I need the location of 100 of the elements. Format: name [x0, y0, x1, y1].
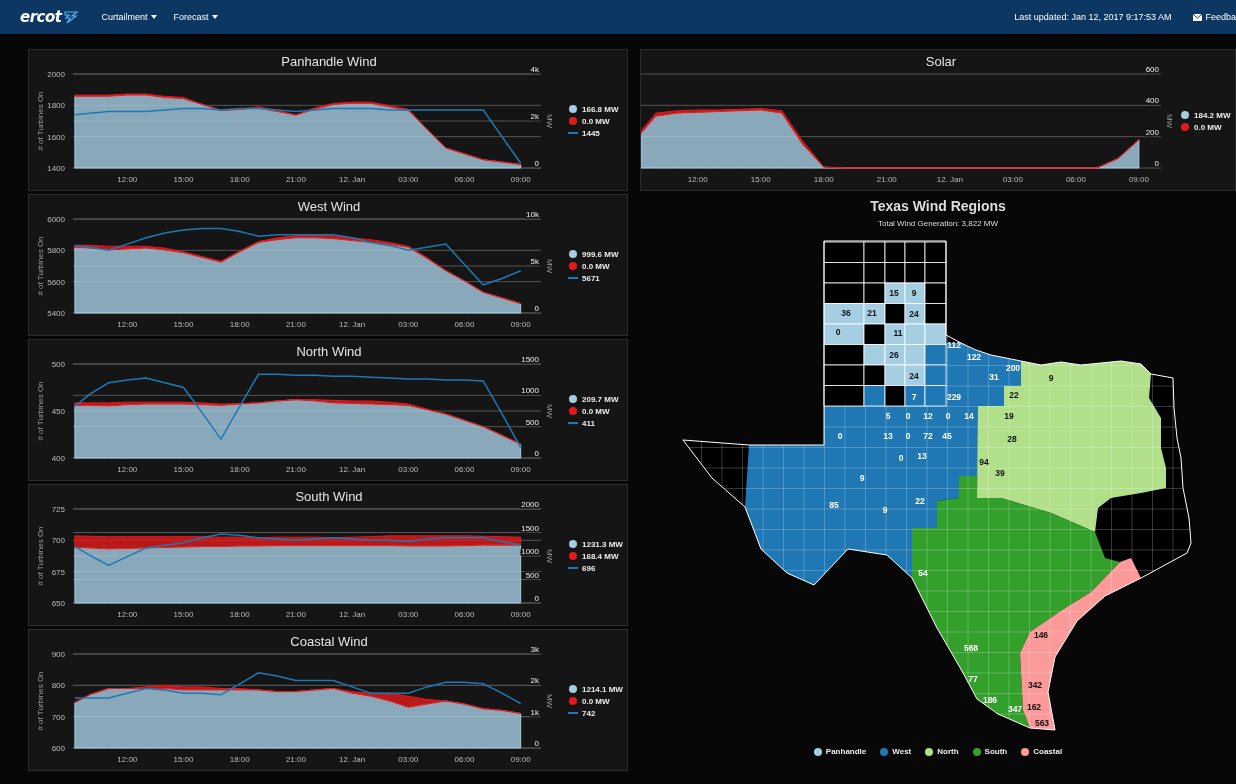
- county-value: 162: [1026, 702, 1041, 712]
- county-value: 568: [963, 643, 978, 653]
- county-value: 24: [908, 371, 919, 381]
- county-value: 0: [837, 431, 842, 441]
- axis-tick-label: 5600: [47, 277, 65, 287]
- legend-label: Panhandle: [825, 747, 867, 756]
- axis-tick-label: 06:00: [1065, 175, 1086, 184]
- axis-tick-label: 03:00: [398, 175, 419, 184]
- axis-tick-label: 700: [51, 712, 65, 722]
- menu-dropdown[interactable]: Curtailment: [101, 12, 158, 22]
- axis-tick-label: 12. Jan: [936, 175, 963, 184]
- county-value: 22: [1008, 390, 1019, 400]
- legend-label: 0.0 MW: [582, 262, 610, 271]
- county-value: 0: [835, 327, 840, 337]
- county-value: 146: [1033, 630, 1048, 640]
- axis-tick-label: 12:00: [117, 610, 138, 619]
- axis-tick-label: 200: [1145, 127, 1159, 137]
- county-value: 0: [905, 411, 910, 421]
- axis-tick-label: 03:00: [398, 465, 419, 474]
- axis-tick-label: 18:00: [229, 175, 250, 184]
- caret-icon: [212, 15, 219, 19]
- axis-tick-label: 12:00: [117, 175, 138, 184]
- axis-tick-label: 0: [534, 159, 539, 168]
- axis-tick-label: 0: [534, 304, 539, 313]
- axis-tick-label: 1000: [521, 386, 539, 396]
- legend-label: North: [937, 747, 959, 756]
- county-value: 122: [966, 352, 981, 362]
- county-value: 11: [893, 328, 902, 338]
- axis-title: # of Turbines On: [36, 236, 45, 296]
- county-value: 0: [905, 431, 910, 441]
- county-value: 0: [898, 453, 903, 463]
- feedback-link[interactable]: Feedba: [1193, 12, 1236, 22]
- axis-tick-label: 15:00: [173, 755, 194, 764]
- legend-label: 411: [582, 419, 595, 428]
- axis-tick-label: 2k: [530, 676, 539, 686]
- axis-tick-label: 15:00: [173, 610, 194, 619]
- axis-title: MW: [545, 258, 554, 274]
- axis-tick-label: 500: [51, 360, 65, 369]
- axis-tick-label: 1000: [521, 547, 539, 556]
- envelope-icon: [1193, 13, 1203, 21]
- axis-tick-label: 09:00: [510, 755, 531, 764]
- legend-label: 999.6 MW: [582, 250, 619, 259]
- axis-tick-label: 06:00: [454, 610, 475, 619]
- legend-label: 1214.1 MW: [582, 685, 623, 694]
- chart-title: Solar: [925, 54, 957, 69]
- county-value: 342: [1027, 680, 1042, 690]
- axis-tick-label: 06:00: [454, 320, 475, 329]
- axis-tick-label: 15:00: [173, 465, 194, 474]
- legend-label: 5671: [582, 274, 600, 283]
- axis-tick-label: 18:00: [229, 755, 250, 764]
- axis-title: MW: [545, 113, 554, 129]
- lightning-icon: [63, 10, 80, 24]
- axis-tick-label: 09:00: [510, 465, 531, 474]
- axis-tick-label: 06:00: [454, 755, 475, 764]
- county-value: 22: [914, 496, 925, 506]
- axis-tick-label: 03:00: [398, 755, 419, 764]
- axis-tick-label: 1k: [530, 707, 539, 717]
- county-value: 31: [988, 372, 999, 382]
- last-updated-text: Last updated: Jan 12, 2017 9:17:53 AM: [1014, 12, 1172, 22]
- axis-tick-label: 06:00: [454, 465, 475, 474]
- axis-tick-label: 21:00: [285, 175, 306, 184]
- axis-tick-label: 09:00: [510, 610, 531, 619]
- map-title: Texas Wind Regions: [870, 197, 1006, 215]
- axis-tick-label: 03:00: [398, 320, 419, 329]
- county-value: 19: [1003, 411, 1014, 421]
- county-value: 28: [1006, 434, 1017, 444]
- county-value: 9: [1048, 373, 1053, 383]
- axis-tick-label: 400: [51, 454, 65, 463]
- map-subtitle: Total Wind Generation: 3,822 MW: [877, 218, 999, 229]
- county-value: 54: [917, 568, 928, 578]
- axis-tick-label: 12:00: [117, 320, 138, 329]
- county-value: 26: [888, 350, 899, 360]
- axis-tick-label: 1400: [47, 164, 65, 173]
- axis-tick-label: 03:00: [1002, 175, 1023, 184]
- county-value: 36: [840, 308, 851, 318]
- legend-label: 209.7 MW: [582, 395, 619, 404]
- axis-title: # of Turbines On: [36, 526, 45, 586]
- axis-tick-label: 800: [51, 681, 65, 691]
- axis-tick-label: 21:00: [285, 610, 306, 619]
- logo-text[interactable]: ercot: [20, 8, 62, 26]
- axis-tick-label: 12:00: [117, 465, 138, 474]
- county-value: 12: [922, 411, 933, 421]
- menu-dropdown[interactable]: Forecast: [173, 12, 219, 22]
- axis-tick-label: 18:00: [229, 465, 250, 474]
- axis-tick-label: 2000: [521, 500, 539, 509]
- legend-label: 0.0 MW: [582, 407, 610, 416]
- axis-tick-label: 12:00: [687, 175, 708, 184]
- county-value: 563: [1034, 718, 1049, 728]
- axis-tick-label: 700: [51, 536, 65, 546]
- chart-title: Coastal Wind: [290, 634, 368, 649]
- axis-tick-label: 12. Jan: [339, 320, 366, 329]
- chart-title: Panhandle Wind: [281, 54, 377, 69]
- axis-tick-label: 500: [525, 417, 539, 427]
- axis-tick-label: 15:00: [750, 175, 771, 184]
- axis-tick-label: 600: [51, 744, 65, 753]
- axis-tick-label: 675: [51, 567, 65, 577]
- legend-label: 1231.3 MW: [582, 540, 623, 549]
- legend-label: 696: [582, 564, 596, 573]
- axis-tick-label: 12. Jan: [339, 175, 366, 184]
- axis-tick-label: 450: [51, 407, 65, 416]
